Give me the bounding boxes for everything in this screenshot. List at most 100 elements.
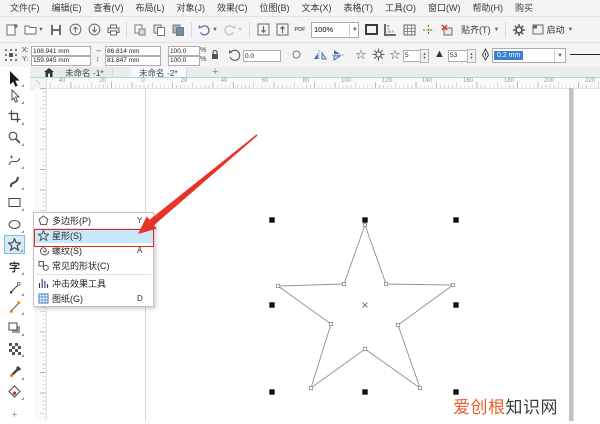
guidelines-icon[interactable]	[419, 21, 437, 39]
connector-tool-icon[interactable]	[4, 297, 25, 316]
redo-icon[interactable]: ▼	[221, 21, 245, 39]
undo-icon[interactable]: ▼	[196, 21, 220, 39]
drop-shadow-tool-icon[interactable]	[4, 318, 25, 337]
freehand-tool-icon[interactable]	[4, 151, 25, 170]
eyedropper-tool-icon[interactable]	[4, 362, 25, 381]
snap-off-icon[interactable]	[438, 21, 456, 39]
ruler-label: 40	[59, 78, 66, 84]
horizontal-ruler[interactable]: 40 20 0 20 40 60 80 100 120 140 160 180 …	[30, 78, 600, 89]
star-points-icon: ☆	[389, 47, 401, 63]
ellipse-tool-icon[interactable]	[4, 215, 25, 234]
node-circle-icon[interactable]	[292, 50, 301, 59]
interactive-fill-tool-icon[interactable]	[4, 382, 25, 401]
outline-pen-icon	[481, 48, 490, 61]
fullscreen-preview-icon[interactable]	[362, 21, 380, 39]
menu-help[interactable]: 帮助(H)	[467, 0, 510, 16]
show-rulers-icon[interactable]	[381, 21, 399, 39]
menu-file[interactable]: 文件(F)	[4, 0, 46, 16]
outline-style-preview[interactable]	[570, 54, 600, 55]
zoom-level-input[interactable]	[312, 25, 348, 34]
star-points-input[interactable]	[403, 50, 421, 62]
publish-download-icon[interactable]	[85, 21, 103, 39]
toolbox: 字 +	[0, 67, 30, 421]
property-bar: X: Y: ↔ ↕ % % ☆ ☆ ▲▼ ▲ ▲▼ 0.2 mm ▼	[0, 43, 600, 68]
lock-ratio-icon[interactable]	[210, 49, 220, 61]
object-width-input[interactable]	[105, 46, 161, 56]
scale-x-input[interactable]	[168, 46, 200, 56]
options-gear-icon[interactable]	[510, 21, 528, 39]
shape-tool-icon[interactable]	[4, 86, 25, 105]
complex-star-mode-button[interactable]	[372, 48, 385, 61]
snap-to-dropdown[interactable]: 贴齐(T) ▼	[459, 23, 499, 36]
menu-tools[interactable]: 工具(O)	[379, 0, 422, 16]
scale-x-percent-label: %	[200, 47, 206, 54]
flyout-item-impact-tool[interactable]: 冲击效果工具	[34, 276, 153, 291]
object-height-input[interactable]	[105, 56, 161, 66]
menu-table[interactable]: 表格(T)	[338, 0, 380, 16]
line-tool-icon[interactable]	[4, 278, 25, 297]
menu-object[interactable]: 对象(J)	[171, 0, 212, 16]
add-tools-button[interactable]: +	[4, 405, 25, 424]
menu-bitmaps[interactable]: 位图(B)	[254, 0, 296, 16]
watermark: 爱创根知识网	[453, 393, 558, 418]
artistic-media-tool-icon[interactable]	[4, 172, 25, 191]
outline-width-caret-icon[interactable]: ▼	[554, 50, 565, 62]
ruler-label: 120	[382, 78, 392, 84]
sharpness-input[interactable]	[448, 50, 468, 62]
cut-icon[interactable]	[131, 21, 149, 39]
flyout-item-common-shapes[interactable]: 常见的形状(C)	[34, 258, 153, 273]
ruler-origin-button[interactable]: ⤡	[30, 78, 47, 88]
ruler-label: 100	[341, 78, 351, 84]
mesh-pattern-tool-icon[interactable]	[4, 339, 25, 358]
star-shape[interactable]	[278, 225, 453, 388]
crop-tool-icon[interactable]	[4, 107, 25, 126]
polygon-mode-button[interactable]: ☆	[355, 47, 367, 63]
flyout-separator	[36, 274, 151, 275]
flyout-item-polygon[interactable]: 多边形(P) Y	[34, 213, 153, 228]
paste-icon[interactable]	[169, 21, 187, 39]
watermark-highlight: 爱创根	[453, 398, 506, 417]
text-tool-icon[interactable]: 字	[4, 257, 25, 276]
menu-effects[interactable]: 效果(C)	[211, 0, 254, 16]
sharpness-spinner[interactable]: ▲▼	[467, 49, 476, 63]
selection-handles[interactable]	[269, 217, 458, 394]
menu-window[interactable]: 窗口(W)	[422, 0, 467, 16]
pdf-share-icon[interactable]: PDF	[292, 21, 308, 39]
polygon-tool-icon[interactable]	[4, 235, 25, 254]
show-grid-icon[interactable]	[400, 21, 418, 39]
menu-edit[interactable]: 编辑(E)	[46, 0, 88, 16]
outline-width-combo[interactable]: 0.2 mm ▼	[492, 48, 566, 63]
zoom-caret-icon[interactable]: ▼	[349, 24, 360, 36]
new-document-icon[interactable]	[3, 21, 21, 39]
rotation-angle-input[interactable]	[243, 50, 281, 62]
star-points-spinner[interactable]: ▲▼	[420, 49, 429, 63]
y-position-label: Y:	[22, 56, 28, 63]
flyout-item-graph-paper[interactable]: 图纸(G) D	[34, 291, 153, 306]
mirror-vertical-icon[interactable]	[331, 49, 345, 61]
menu-layout[interactable]: 布局(L)	[130, 0, 171, 16]
y-position-input[interactable]	[31, 56, 91, 66]
save-icon[interactable]	[47, 21, 65, 39]
zoom-level-combo[interactable]: ▼	[311, 22, 359, 38]
open-document-icon[interactable]: ▼	[22, 21, 46, 39]
print-icon[interactable]	[104, 21, 122, 39]
flyout-item-shortcut: D	[137, 294, 153, 303]
flyout-item-label: 多边形(P)	[52, 214, 137, 227]
mirror-horizontal-icon[interactable]	[313, 49, 327, 61]
zoom-tool-icon[interactable]	[4, 128, 25, 147]
launch-dropdown[interactable]: 启动 ▼	[532, 23, 573, 36]
star-vertex-nodes[interactable]	[276, 223, 454, 389]
common-shapes-icon	[34, 260, 52, 271]
scale-y-input[interactable]	[168, 56, 200, 66]
menu-buy[interactable]: 购买	[509, 0, 539, 16]
publish-upload-icon[interactable]	[66, 21, 84, 39]
x-position-input[interactable]	[31, 46, 91, 56]
menu-view[interactable]: 查看(V)	[88, 0, 130, 16]
rectangle-tool-icon[interactable]	[4, 193, 25, 212]
spiral-icon	[34, 245, 52, 256]
ruler-label: 0	[141, 78, 144, 84]
copy-icon[interactable]	[150, 21, 168, 39]
import-icon[interactable]	[254, 21, 272, 39]
export-icon[interactable]	[273, 21, 291, 39]
menu-text[interactable]: 文本(X)	[296, 0, 338, 16]
